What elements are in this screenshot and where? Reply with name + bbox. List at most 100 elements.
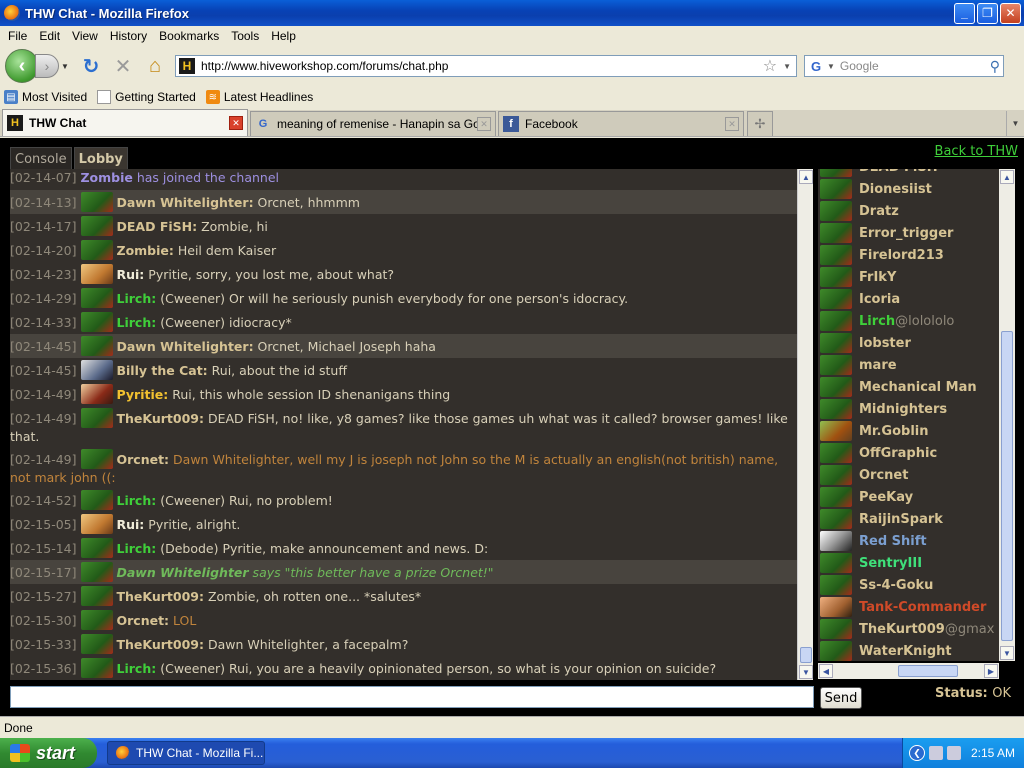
message-author[interactable]: Dawn Whitelighter: [117, 565, 249, 580]
bookmark-latest-headlines[interactable]: ≋ Latest Headlines: [205, 90, 313, 104]
user-list-item[interactable]: Firelord213: [818, 244, 999, 266]
message-author[interactable]: DEAD FiSH:: [117, 219, 198, 234]
tab-close-icon[interactable]: ✕: [229, 116, 243, 130]
avatar[interactable]: [80, 216, 113, 236]
back-to-thw-link[interactable]: Back to THW: [935, 144, 1018, 159]
message-author[interactable]: Zombie:: [117, 243, 174, 258]
maximize-button[interactable]: ❐: [977, 2, 998, 24]
user-list-item[interactable]: Mechanical Man: [818, 376, 999, 398]
scroll-thumb[interactable]: [898, 665, 958, 677]
tray-expand-icon[interactable]: ❮: [909, 745, 925, 761]
avatar[interactable]: [80, 192, 113, 212]
avatar[interactable]: [80, 514, 113, 534]
back-button[interactable]: ‹: [5, 49, 39, 83]
avatar[interactable]: [80, 264, 113, 284]
message-author[interactable]: Zombie: [80, 170, 132, 185]
user-list-item[interactable]: DEAD FiSH: [818, 169, 999, 178]
avatar[interactable]: [80, 634, 113, 654]
menu-history[interactable]: History: [106, 29, 155, 43]
network-icon[interactable]: [929, 746, 943, 760]
user-list-item[interactable]: TheKurt009 @gmax: [818, 618, 999, 640]
user-list-item[interactable]: Lirch @lolololo: [818, 310, 999, 332]
message-author[interactable]: TheKurt009:: [117, 637, 205, 652]
taskbar-item-firefox[interactable]: THW Chat - Mozilla Fi...: [107, 741, 265, 765]
user-list-item[interactable]: Icoria: [818, 288, 999, 310]
send-button[interactable]: Send: [820, 687, 862, 709]
url-text[interactable]: http://www.hiveworkshop.com/forums/chat.…: [201, 59, 763, 73]
scroll-right-icon[interactable]: ▶: [984, 664, 998, 678]
home-icon[interactable]: ⌂: [141, 52, 169, 80]
scroll-down-icon[interactable]: ▼: [1000, 646, 1014, 660]
avatar[interactable]: [80, 658, 113, 678]
message-author[interactable]: Rui:: [117, 517, 145, 532]
reload-icon[interactable]: ↻: [77, 52, 105, 80]
user-list-item[interactable]: Orcnet: [818, 464, 999, 486]
avatar[interactable]: [80, 538, 113, 558]
scroll-thumb[interactable]: [800, 647, 812, 663]
message-author[interactable]: Dawn Whitelighter:: [117, 339, 254, 354]
scroll-up-icon[interactable]: ▲: [1000, 170, 1014, 184]
search-icon[interactable]: ⚲: [990, 58, 1000, 75]
scroll-left-icon[interactable]: ◀: [819, 664, 833, 678]
stop-icon[interactable]: ✕: [109, 52, 137, 80]
start-button[interactable]: start: [0, 738, 97, 768]
user-list-item[interactable]: Dionesiist: [818, 178, 999, 200]
avatar[interactable]: [80, 610, 113, 630]
url-dropdown-icon[interactable]: ▼: [783, 62, 791, 71]
user-list-item[interactable]: SentryIII: [818, 552, 999, 574]
volume-icon[interactable]: [947, 746, 961, 760]
menu-edit[interactable]: Edit: [35, 29, 68, 43]
message-author[interactable]: Orcnet:: [117, 613, 170, 628]
user-list-item[interactable]: WaterKnight: [818, 640, 999, 661]
user-list-item[interactable]: Ss-4-Goku: [818, 574, 999, 596]
message-author[interactable]: Rui:: [117, 267, 145, 282]
avatar[interactable]: [80, 562, 113, 582]
user-list-item[interactable]: Dratz: [818, 200, 999, 222]
scroll-thumb[interactable]: [1001, 331, 1013, 641]
user-list-item[interactable]: Tank-Commander: [818, 596, 999, 618]
message-input[interactable]: [10, 686, 814, 708]
message-author[interactable]: Lirch:: [117, 661, 157, 676]
avatar[interactable]: [80, 240, 113, 260]
tab-google[interactable]: G meaning of remenise - Hanapin sa Googl…: [250, 111, 496, 136]
user-list-item[interactable]: Midnighters: [818, 398, 999, 420]
search-input[interactable]: Google: [840, 59, 990, 73]
minimize-button[interactable]: _: [954, 2, 975, 24]
bookmark-getting-started[interactable]: Getting Started: [97, 90, 196, 104]
message-author[interactable]: Dawn Whitelighter:: [117, 195, 254, 210]
user-list-item[interactable]: mare: [818, 354, 999, 376]
menu-view[interactable]: View: [68, 29, 106, 43]
message-author[interactable]: TheKurt009:: [117, 589, 205, 604]
avatar[interactable]: [80, 586, 113, 606]
scroll-down-icon[interactable]: ▼: [799, 665, 813, 679]
chat-scrollbar[interactable]: ▲ ▼: [797, 169, 813, 680]
avatar[interactable]: [80, 336, 113, 356]
user-list-scrollbar[interactable]: ▲ ▼: [999, 169, 1015, 661]
message-author[interactable]: TheKurt009:: [117, 411, 205, 426]
tab-console[interactable]: Console: [10, 147, 72, 171]
history-dropdown-icon[interactable]: ▼: [61, 62, 73, 71]
message-author[interactable]: Lirch:: [117, 541, 157, 556]
menu-bookmarks[interactable]: Bookmarks: [155, 29, 227, 43]
search-engine-dropdown-icon[interactable]: ▼: [827, 62, 835, 71]
bookmark-most-visited[interactable]: ▤ Most Visited: [4, 90, 87, 104]
avatar[interactable]: [80, 312, 113, 332]
google-icon[interactable]: G: [808, 58, 824, 74]
user-list-item[interactable]: Red Shift: [818, 530, 999, 552]
menu-file[interactable]: File: [4, 29, 35, 43]
message-author[interactable]: Lirch:: [117, 493, 157, 508]
user-list-item[interactable]: RaijinSpark: [818, 508, 999, 530]
list-all-tabs-icon[interactable]: ▼: [1006, 111, 1024, 136]
avatar[interactable]: [80, 360, 113, 380]
user-list-item[interactable]: PeeKay: [818, 486, 999, 508]
tab-lobby[interactable]: Lobby: [73, 147, 128, 171]
tab-close-icon[interactable]: ✕: [477, 117, 491, 131]
message-author[interactable]: Lirch:: [117, 315, 157, 330]
user-list-item[interactable]: OffGraphic: [818, 442, 999, 464]
new-tab-button[interactable]: ✢: [747, 111, 773, 136]
tab-facebook[interactable]: f Facebook ✕: [498, 111, 744, 136]
user-list-item[interactable]: FrIkY: [818, 266, 999, 288]
user-list-item[interactable]: Mr.Goblin: [818, 420, 999, 442]
menu-tools[interactable]: Tools: [227, 29, 267, 43]
avatar[interactable]: [80, 288, 113, 308]
